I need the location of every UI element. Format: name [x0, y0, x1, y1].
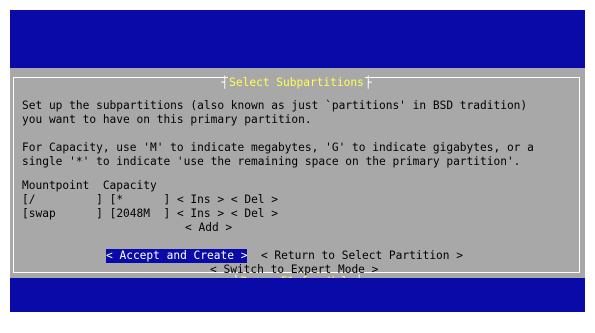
- table-row: [swap ] [2048M ] < Ins > < Del >: [22, 207, 278, 221]
- capacity-field[interactable]: [* ]: [110, 193, 171, 207]
- capacity-field[interactable]: [2048M ]: [110, 207, 171, 221]
- description-line-1: Set up the subpartitions (also known as …: [22, 99, 528, 112]
- mountpoint-field[interactable]: [swap ]: [22, 207, 103, 221]
- table-header: Mountpoint Capacity: [22, 179, 157, 192]
- bottom-strip: [10, 278, 585, 312]
- delete-button[interactable]: < Del >: [231, 193, 278, 207]
- action-buttons: < Accept and Create > < Return to Select…: [106, 249, 463, 263]
- add-button[interactable]: < Add >: [185, 221, 232, 235]
- add-row: < Add >: [185, 221, 232, 235]
- mountpoint-field[interactable]: [/ ]: [22, 193, 103, 207]
- dialog-title: Select Subpartitions: [228, 76, 365, 89]
- insert-button[interactable]: < Ins >: [177, 207, 224, 221]
- delete-button[interactable]: < Del >: [231, 207, 278, 221]
- table-row: [/ ] [* ] < Ins > < Del >: [22, 193, 278, 207]
- description-line-4: single '*' to indicate 'use the remainin…: [22, 155, 521, 168]
- installer-screen: ┤Select Subpartitions├ Set up the subpar…: [10, 10, 585, 312]
- select-subpartitions-dialog: ┤Select Subpartitions├ Set up the subpar…: [10, 68, 585, 288]
- accept-and-create-button[interactable]: < Accept and Create >: [106, 249, 248, 263]
- description-line-3: For Capacity, use 'M' to indicate megaby…: [22, 141, 534, 154]
- description-line-2: you want to have on this primary partiti…: [22, 113, 312, 126]
- insert-button[interactable]: < Ins >: [177, 193, 224, 207]
- dialog-title-bar: ┤Select Subpartitions├: [221, 76, 372, 89]
- return-to-select-partition-button[interactable]: < Return to Select Partition >: [261, 249, 463, 263]
